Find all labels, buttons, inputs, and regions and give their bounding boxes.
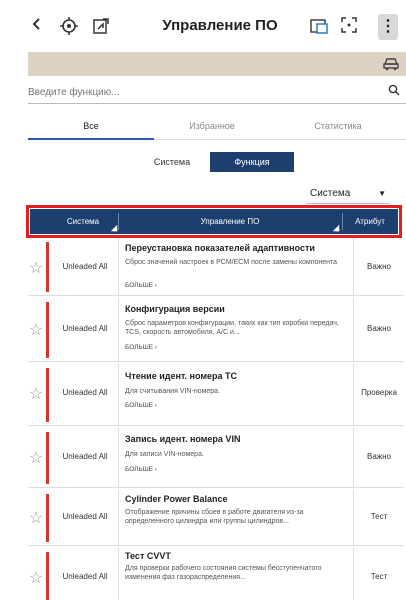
row-attribute: Важно <box>366 262 391 271</box>
table-row[interactable]: ☆ Unleaded All Cylinder Power Balance От… <box>28 490 404 546</box>
segment-system[interactable]: Система <box>135 152 209 172</box>
row-attribute: Тест <box>370 512 388 521</box>
search-icon[interactable] <box>388 84 400 99</box>
more-link[interactable]: БОЛЬШЕ › <box>125 344 157 351</box>
row-description: Для считывания VIN-номера. <box>125 388 221 395</box>
kebab-icon: ⋮ <box>380 18 396 35</box>
table-row[interactable]: ☆ Unleaded All Запись идент. номера VIN … <box>28 428 404 488</box>
caret-down-icon: ▼ <box>378 189 386 198</box>
row-title: Тест CVVT <box>125 551 171 561</box>
search-bar <box>28 82 406 104</box>
star-icon[interactable]: ☆ <box>28 508 44 528</box>
row-title: Запись идент. номера VIN <box>125 434 241 444</box>
system-filter-dropdown[interactable]: Система ▼ <box>306 184 390 204</box>
tab-statistics[interactable]: Статистика <box>278 121 398 131</box>
segment-function[interactable]: Функция <box>210 152 294 172</box>
row-attribute: Проверка <box>361 388 397 397</box>
row-title: Переустановка показателей адаптивности <box>125 243 315 253</box>
row-attribute: Важно <box>366 324 391 333</box>
tab-favorites[interactable]: Избранное <box>152 121 272 131</box>
filter-selected-value: Система <box>310 188 351 199</box>
vehicle-banner <box>28 52 406 76</box>
row-description: Сброс значений настроек в PCM/ECM после … <box>125 259 338 266</box>
highlight-box <box>26 205 402 238</box>
tab-all[interactable]: Все <box>31 121 151 131</box>
table-row[interactable]: ☆ Unleaded All Тест CVVT Для проверки ра… <box>28 548 404 600</box>
table-row[interactable]: ☆ Unleaded All Конфигурация версии Сброс… <box>28 298 404 362</box>
more-menu-button[interactable]: ⋮ <box>378 14 398 40</box>
more-link[interactable]: БОЛЬШЕ › <box>125 402 157 409</box>
row-title: Чтение идент. номера ТС <box>125 371 237 381</box>
table-row[interactable]: ☆ Unleaded All Чтение идент. номера ТС Д… <box>28 364 404 426</box>
row-description: Отображение причины сбоев в работе двига… <box>125 509 304 525</box>
star-icon[interactable]: ☆ <box>28 258 44 278</box>
more-link[interactable]: БОЛЬШЕ › <box>125 466 157 473</box>
page-title: Управление ПО <box>162 17 278 34</box>
diagnostic-gear-icon[interactable] <box>58 16 80 38</box>
star-icon[interactable]: ☆ <box>28 568 44 588</box>
function-list: ☆ Unleaded All Переустановка показателей… <box>28 238 404 600</box>
row-description: Сброс параметров конфигурации, таких как… <box>125 320 339 336</box>
star-icon[interactable]: ☆ <box>28 448 44 468</box>
car-icon[interactable] <box>382 54 400 76</box>
top-bar: Управление ПО ⋮ <box>0 0 406 52</box>
export-icon[interactable] <box>90 16 112 38</box>
tab-bar: Все Избранное Статистика <box>28 114 406 140</box>
active-tab-indicator <box>28 138 154 140</box>
app-frame: Управление ПО ⋮ Все Избранное Статистика… <box>0 0 406 600</box>
row-attribute: Тест <box>370 572 388 581</box>
row-system: Unleaded All <box>62 452 108 461</box>
more-link[interactable]: БОЛЬШЕ › <box>125 282 157 289</box>
search-input[interactable] <box>28 82 358 103</box>
row-system: Unleaded All <box>62 572 108 581</box>
row-title: Cylinder Power Balance <box>125 494 228 504</box>
star-icon[interactable]: ☆ <box>28 320 44 340</box>
fullscreen-icon[interactable] <box>338 16 360 38</box>
row-attribute: Важно <box>366 452 391 461</box>
row-system: Unleaded All <box>62 512 108 521</box>
row-system: Unleaded All <box>62 262 108 271</box>
star-icon[interactable]: ☆ <box>28 384 44 404</box>
row-system: Unleaded All <box>62 388 108 397</box>
row-description: Для записи VIN-номера. <box>125 451 204 458</box>
ecu-icon[interactable] <box>308 16 330 38</box>
table-row[interactable]: ☆ Unleaded All Переустановка показателей… <box>28 238 404 296</box>
back-icon[interactable] <box>26 16 48 38</box>
row-title: Конфигурация версии <box>125 304 225 314</box>
row-system: Unleaded All <box>62 324 108 333</box>
row-description: Для проверки рабочего состояния системы … <box>125 565 322 581</box>
